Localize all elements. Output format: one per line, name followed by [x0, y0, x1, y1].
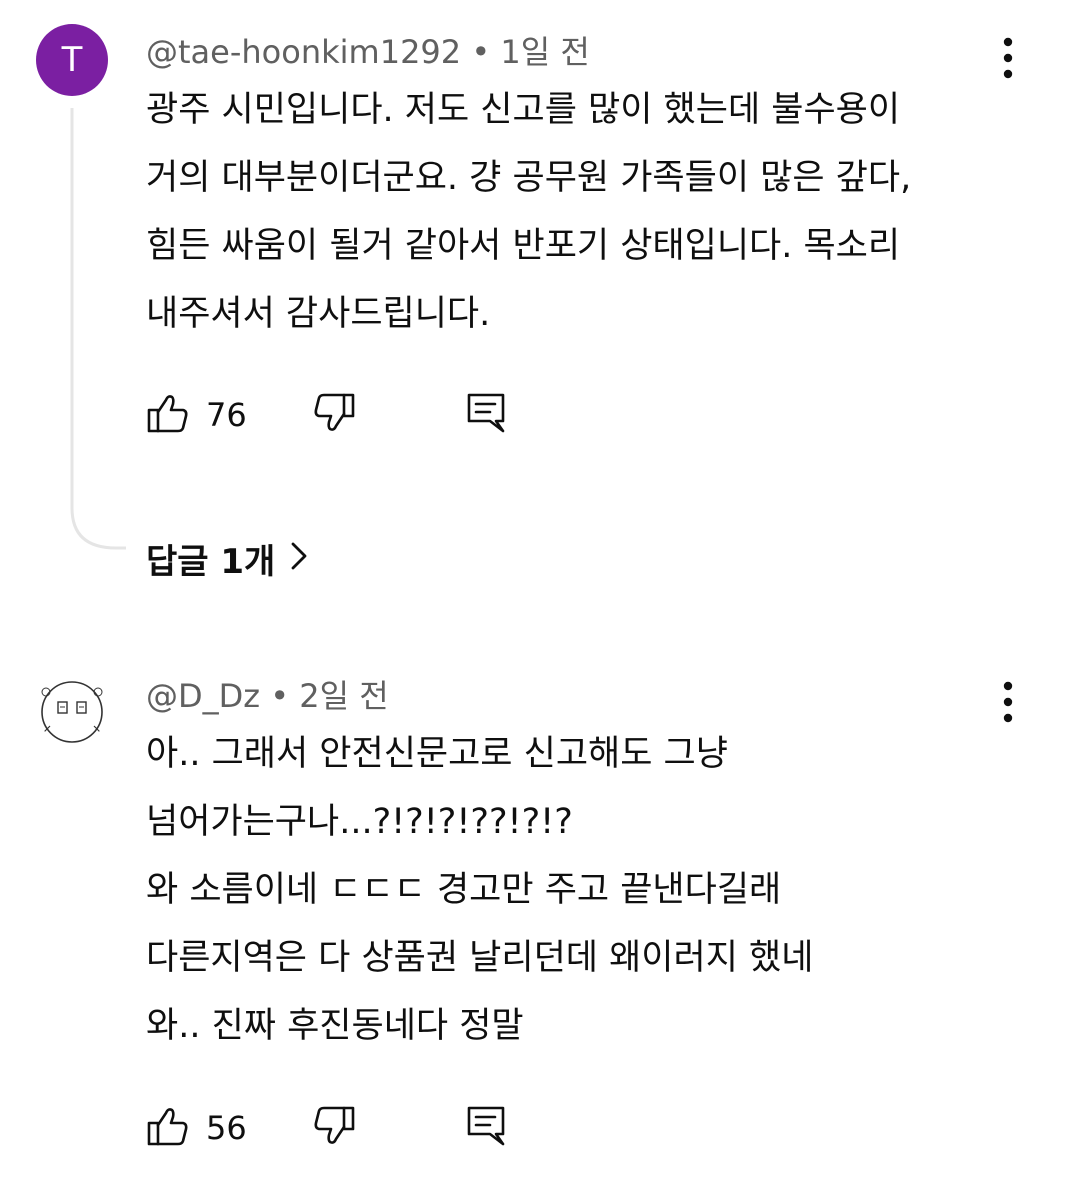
- more-vertical-icon[interactable]: [990, 36, 1026, 80]
- like-count: 56: [206, 1109, 247, 1147]
- comment-text: 광주 시민입니다. 저도 신고를 많이 했는데 불수용이 거의 대부분이더군요.…: [146, 90, 912, 334]
- thumbs-up-icon: [146, 1104, 190, 1152]
- cartoon-face-avatar-icon: [41, 681, 103, 743]
- author-handle[interactable]: @D_Dz: [146, 677, 260, 715]
- comment-time: 1일 전: [500, 33, 590, 71]
- author-handle[interactable]: @tae-hoonkim1292: [146, 33, 461, 71]
- like-count: 76: [206, 396, 247, 434]
- comment-text: 아.. 그래서 안전신문고로 신고해도 그냥 넘어가는구나...?!?!?!??…: [146, 734, 814, 1046]
- comment-meta: @D_Dz • 2일 전: [146, 671, 389, 717]
- view-replies-button[interactable]: 답글 1개: [146, 533, 309, 583]
- like-button[interactable]: 56: [146, 1103, 247, 1153]
- avatar-letter: T: [61, 40, 83, 80]
- comment-reply-icon: [466, 1104, 506, 1152]
- comment-item: @D_Dz • 2일 전 아.. 그래서 안전신문고로 신고해도 그냥 넘어가는…: [0, 640, 1080, 1177]
- thumbs-up-icon: [146, 391, 190, 439]
- more-vertical-icon[interactable]: [990, 680, 1026, 724]
- thumbs-down-icon: [312, 391, 356, 439]
- chevron-right-icon: [289, 540, 309, 576]
- replies-count-label: 답글 1개: [146, 541, 276, 582]
- comment-meta: @tae-hoonkim1292 • 1일 전: [146, 27, 590, 73]
- reply-button[interactable]: [466, 390, 506, 440]
- like-button[interactable]: 76: [146, 390, 247, 440]
- reply-thread-line: [70, 108, 126, 550]
- meta-separator: •: [471, 33, 491, 71]
- dislike-button[interactable]: [312, 390, 356, 440]
- comment-actions: 56: [146, 1103, 546, 1153]
- comment-actions: 76: [146, 390, 546, 440]
- thumbs-down-icon: [312, 1104, 356, 1152]
- dislike-button[interactable]: [312, 1103, 356, 1153]
- avatar[interactable]: [36, 672, 108, 744]
- meta-separator: •: [270, 677, 290, 715]
- comment-reply-icon: [466, 391, 506, 439]
- comment-time: 2일 전: [299, 677, 389, 715]
- comment-item: T @tae-hoonkim1292 • 1일 전 광주 시민입니다. 저도 신…: [0, 0, 1080, 610]
- avatar[interactable]: T: [36, 24, 108, 96]
- reply-button[interactable]: [466, 1103, 506, 1153]
